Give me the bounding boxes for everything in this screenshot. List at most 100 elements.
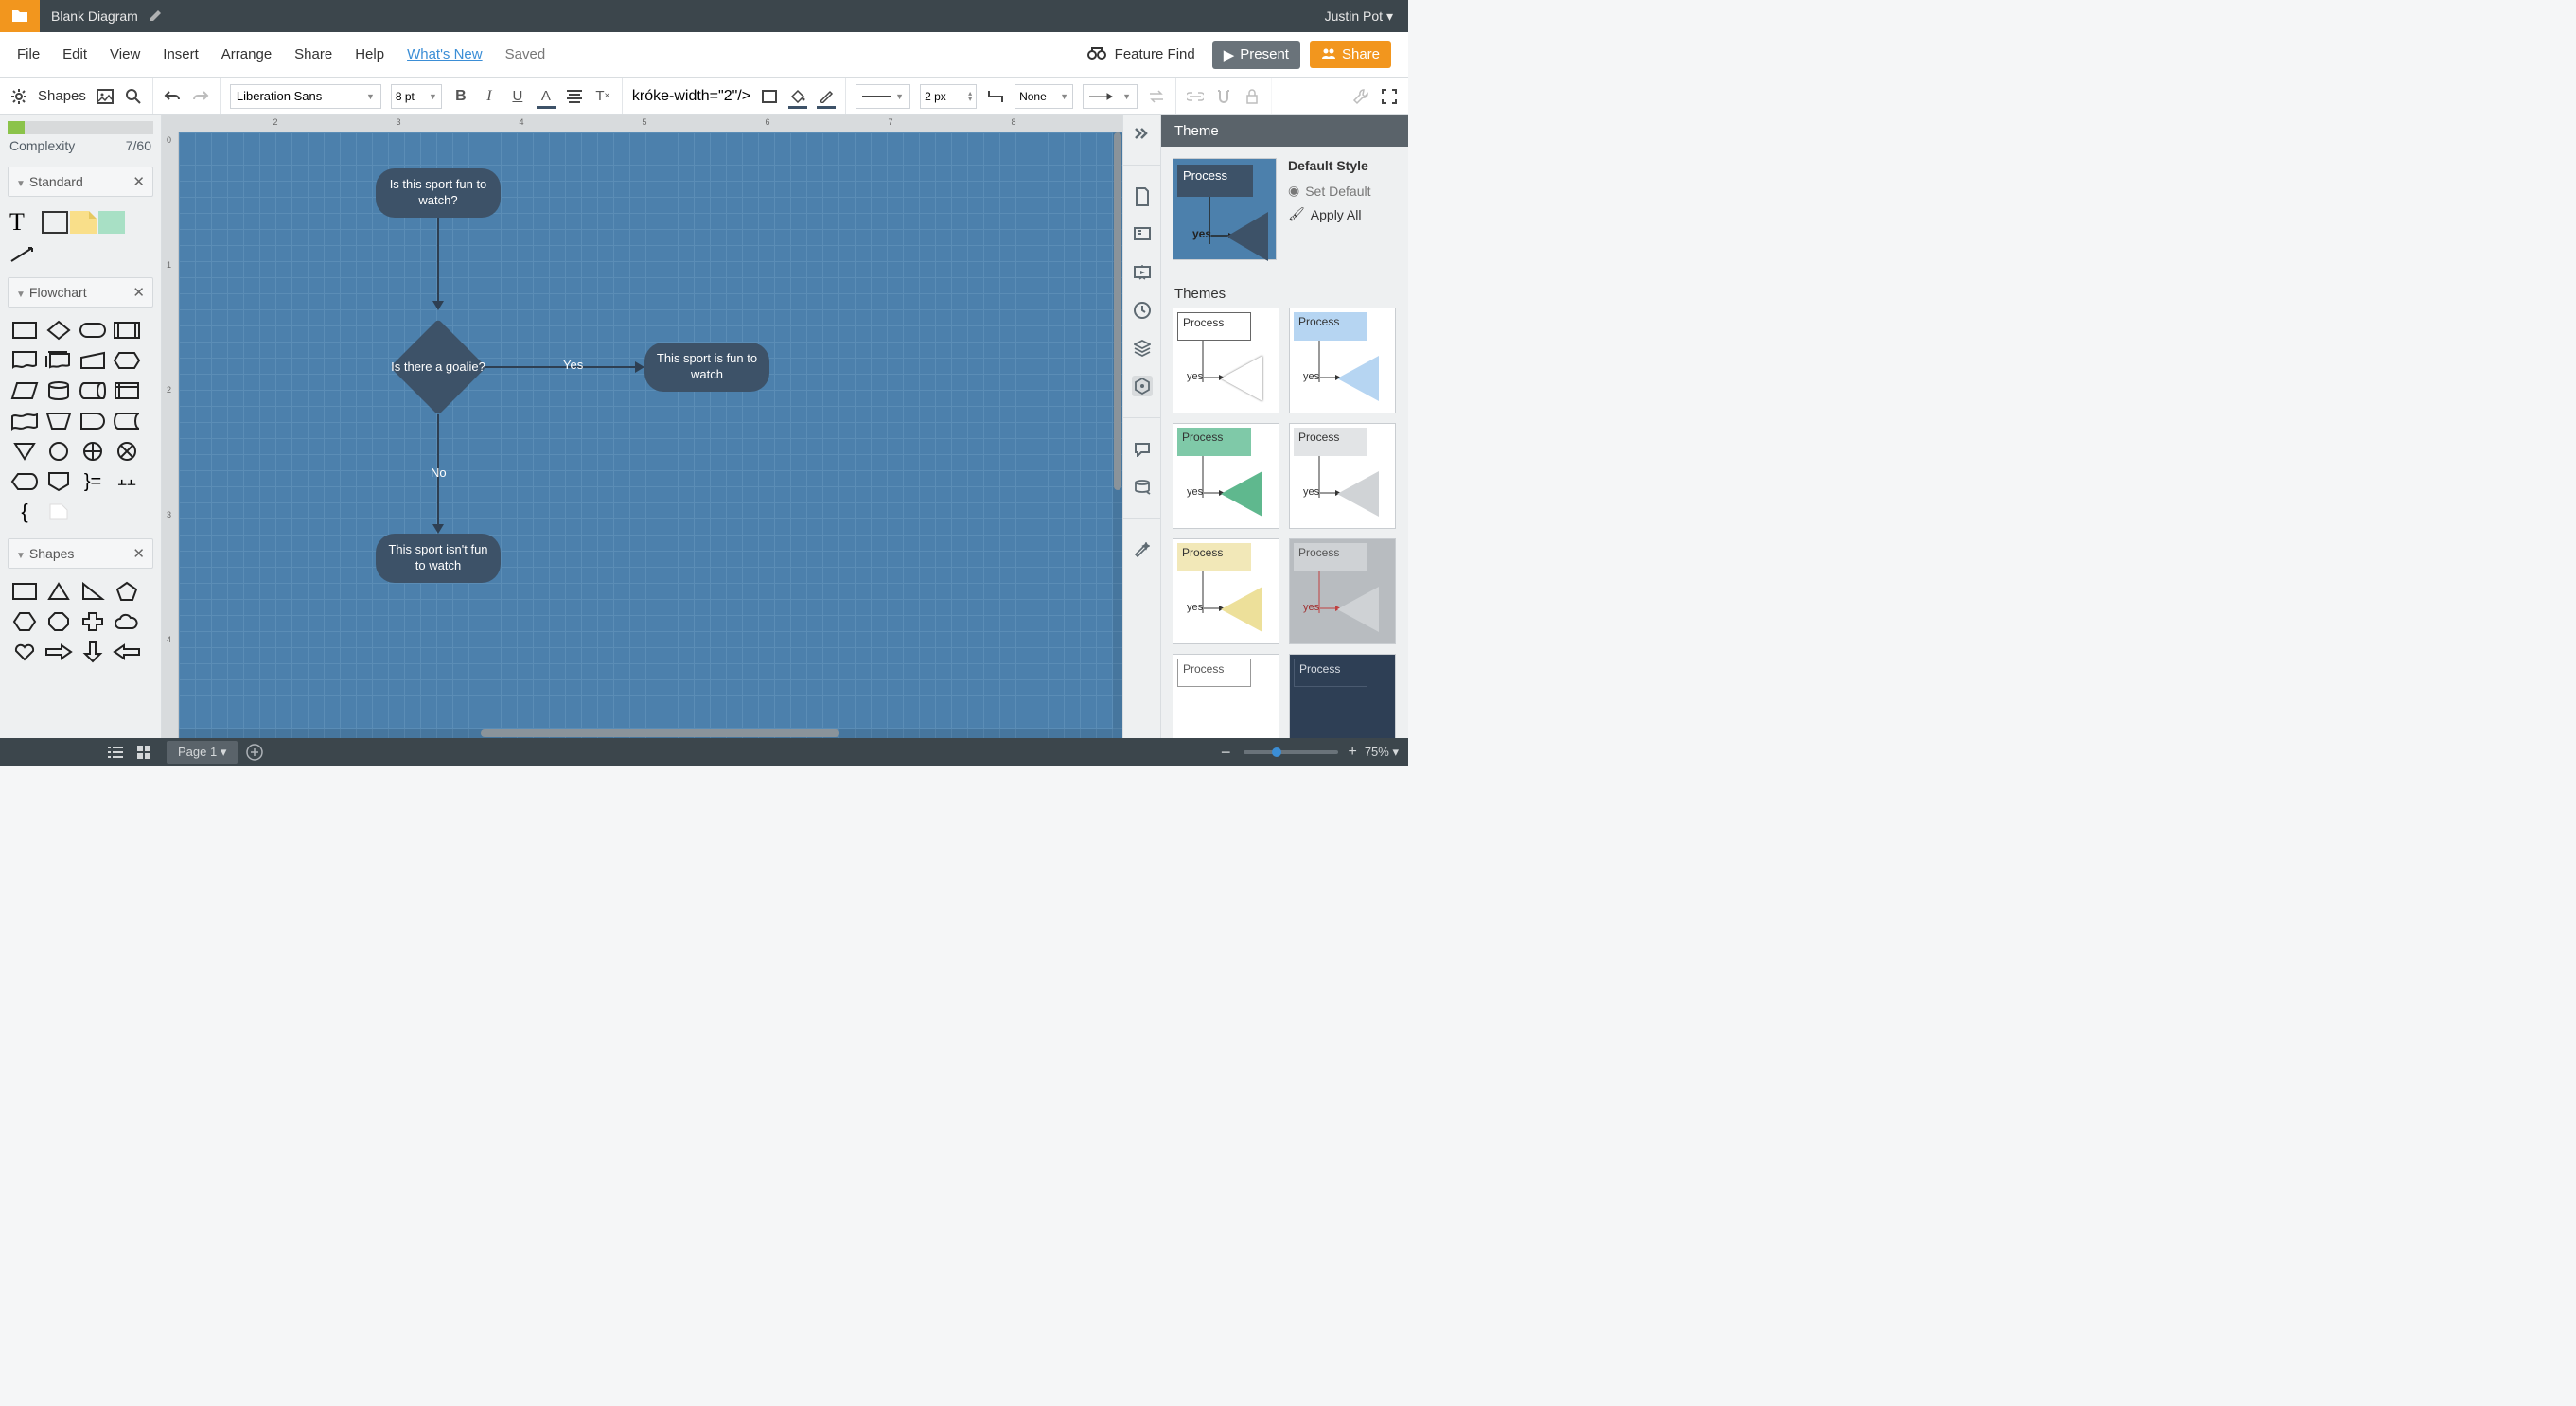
preparation-shape[interactable] xyxy=(112,347,142,374)
menu-arrange[interactable]: Arrange xyxy=(221,46,272,62)
menu-help[interactable]: Help xyxy=(355,46,384,62)
theme-option[interactable]: Processyes xyxy=(1173,423,1279,529)
zoom-level[interactable]: 75% ▾ xyxy=(1365,745,1399,760)
link-icon[interactable] xyxy=(1186,87,1205,106)
document-shape[interactable] xyxy=(9,347,40,374)
font-size-select[interactable]: 8 pt▼ xyxy=(391,84,442,109)
right-triangle-shape[interactable] xyxy=(78,578,108,605)
rename-icon[interactable] xyxy=(150,9,163,25)
zoom-in-icon[interactable]: + xyxy=(1348,744,1356,761)
menu-insert[interactable]: Insert xyxy=(163,46,199,62)
note-conn-shape[interactable]: ⫠⫠ xyxy=(112,468,142,495)
fullscreen-icon[interactable] xyxy=(1380,87,1399,106)
line-shape[interactable] xyxy=(0,242,161,272)
offpage-shape[interactable] xyxy=(44,468,74,495)
manual-op-shape[interactable] xyxy=(44,408,74,434)
scrollbar-vertical[interactable] xyxy=(1113,132,1122,729)
wrench-icon[interactable] xyxy=(1351,87,1370,106)
note-shape[interactable] xyxy=(70,211,97,234)
cross-shape[interactable] xyxy=(78,608,108,635)
list-view-icon[interactable] xyxy=(104,741,127,764)
manual-input-shape[interactable] xyxy=(78,347,108,374)
gear-icon[interactable] xyxy=(9,87,28,106)
page-icon[interactable] xyxy=(1132,186,1153,207)
underline-icon[interactable]: U xyxy=(508,87,527,106)
clear-format-icon[interactable]: T× xyxy=(593,87,612,106)
menu-whats-new[interactable]: What's New xyxy=(407,46,483,62)
comment-icon[interactable] xyxy=(1132,224,1153,245)
menu-view[interactable]: View xyxy=(110,46,140,62)
direct-data-shape[interactable] xyxy=(78,378,108,404)
brace-open-shape[interactable]: { xyxy=(9,499,40,525)
block-shape[interactable] xyxy=(42,211,68,234)
add-page-icon[interactable] xyxy=(243,741,266,764)
display-shape[interactable] xyxy=(9,468,40,495)
folder-icon[interactable] xyxy=(0,0,40,32)
cloud-shape[interactable] xyxy=(112,608,142,635)
flowchart-edge[interactable] xyxy=(485,366,637,368)
undo-icon[interactable] xyxy=(163,87,182,106)
process-shape[interactable] xyxy=(9,317,40,343)
swap-arrows-icon[interactable] xyxy=(1147,87,1166,106)
multidoc-shape[interactable] xyxy=(44,347,74,374)
theme-option[interactable]: Process xyxy=(1289,654,1396,738)
section-flowchart[interactable]: ▼Flowchart ✕ xyxy=(8,277,153,308)
document-title[interactable]: Blank Diagram xyxy=(51,9,138,24)
line-style-select[interactable]: ▼ xyxy=(856,84,910,109)
rect-shape[interactable] xyxy=(9,578,40,605)
user-menu[interactable]: Justin Pot ▾ xyxy=(1325,9,1393,25)
database-shape[interactable] xyxy=(44,378,74,404)
hexagon-shape[interactable] xyxy=(9,608,40,635)
flowchart-node-result-yes[interactable]: This sport is fun to watch xyxy=(644,343,769,392)
or-shape[interactable] xyxy=(78,438,108,465)
border-icon[interactable] xyxy=(760,87,779,106)
predefined-shape[interactable] xyxy=(112,317,142,343)
theme-current-preview[interactable]: Process yes xyxy=(1173,158,1277,260)
data-icon[interactable] xyxy=(1132,477,1153,498)
font-select[interactable]: Liberation Sans▼ xyxy=(230,84,381,109)
history-icon[interactable] xyxy=(1132,300,1153,321)
theme-option[interactable]: Process xyxy=(1173,654,1279,738)
left-arrow-shape[interactable] xyxy=(112,639,142,665)
theme-icon[interactable] xyxy=(1132,376,1153,396)
close-icon[interactable]: ✕ xyxy=(132,173,145,190)
scrollbar-horizontal[interactable] xyxy=(179,729,1122,738)
close-icon[interactable]: ✕ xyxy=(132,545,145,562)
arrow-none-select[interactable]: None▼ xyxy=(1015,84,1073,109)
fill-icon[interactable] xyxy=(788,87,807,106)
menu-share[interactable]: Share xyxy=(294,46,332,62)
expand-panel-icon[interactable] xyxy=(1132,123,1153,144)
card-shape[interactable] xyxy=(44,499,74,525)
theme-option[interactable]: Processyes xyxy=(1289,423,1396,529)
stored-data-shape[interactable] xyxy=(112,408,142,434)
flowchart-node-start[interactable]: Is this sport fun to watch? xyxy=(376,168,501,218)
heart-shape[interactable] xyxy=(9,639,40,665)
theme-option[interactable]: Processyes xyxy=(1173,308,1279,413)
menu-file[interactable]: File xyxy=(17,46,40,62)
edge-label-yes[interactable]: Yes xyxy=(563,358,583,372)
set-default-button[interactable]: ◉Set Default xyxy=(1288,183,1397,199)
paper-tape-shape[interactable] xyxy=(9,408,40,434)
terminator-shape[interactable] xyxy=(78,317,108,343)
octagon-shape[interactable] xyxy=(44,608,74,635)
connector-icon[interactable] xyxy=(986,87,1005,106)
data-shape[interactable] xyxy=(9,378,40,404)
internal-storage-shape[interactable] xyxy=(112,378,142,404)
summing-shape[interactable] xyxy=(112,438,142,465)
down-arrow-shape[interactable] xyxy=(78,639,108,665)
grid-view-icon[interactable] xyxy=(132,741,155,764)
image-icon[interactable] xyxy=(96,87,115,106)
bold-icon[interactable]: B xyxy=(451,87,470,106)
feature-find[interactable]: Feature Find xyxy=(1086,46,1195,63)
theme-option[interactable]: Processyes xyxy=(1289,308,1396,413)
section-shapes[interactable]: ▼Shapes ✕ xyxy=(8,538,153,569)
redo-icon[interactable] xyxy=(191,87,210,106)
flowchart-edge[interactable] xyxy=(437,218,439,303)
present-button[interactable]: ▶ Present xyxy=(1212,41,1300,69)
brace-close-shape[interactable]: }= xyxy=(78,468,108,495)
decision-shape[interactable] xyxy=(44,317,74,343)
italic-icon[interactable]: I xyxy=(480,87,499,106)
zoom-slider[interactable] xyxy=(1244,750,1338,754)
share-button[interactable]: Share xyxy=(1310,41,1391,68)
magnet-icon[interactable] xyxy=(1214,87,1233,106)
